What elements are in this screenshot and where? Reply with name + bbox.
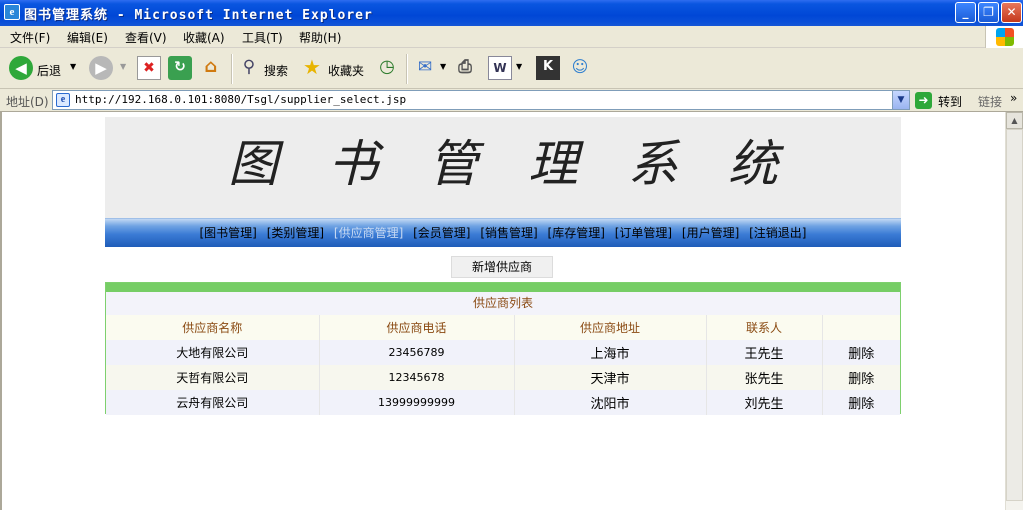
print-icon[interactable]: ⎙ [453, 56, 477, 80]
supplier-list-title: 供应商列表 [106, 292, 900, 315]
nav-book-management[interactable]: [图书管理] [200, 226, 257, 240]
supplier-address: 上海市 [514, 340, 707, 365]
messenger-icon[interactable]: ☺ [568, 56, 592, 80]
windows-logo-icon [985, 26, 1023, 48]
scrollbar-thumb[interactable] [1006, 129, 1023, 501]
site-title: 图书管理系统 [228, 135, 828, 193]
refresh-icon[interactable]: ↻ [168, 56, 192, 80]
menu-bar: 文件(F) 编辑(E) 查看(V) 收藏(A) 工具(T) 帮助(H) [0, 26, 1023, 48]
page-icon: e [56, 93, 70, 107]
menu-edit[interactable]: 编辑(E) [67, 29, 108, 46]
edit-dropdown-icon[interactable]: ▼ [516, 62, 522, 71]
supplier-name: 天哲有限公司 [106, 365, 320, 390]
address-url[interactable]: http://192.168.0.101:8080/Tsgl/supplier_… [75, 93, 406, 106]
address-label: 地址(D) [6, 95, 49, 109]
history-icon[interactable]: ◷ [375, 56, 399, 80]
go-arrow-icon[interactable]: ➜ [915, 92, 932, 109]
mail-dropdown-icon[interactable]: ▼ [440, 62, 446, 71]
supplier-name: 大地有限公司 [106, 340, 320, 365]
toolbar-separator [406, 54, 408, 84]
table-row: 大地有限公司 23456789 上海市 王先生 删除 [106, 340, 900, 365]
supplier-table: 供应商名称 供应商电话 供应商地址 联系人 大地有限公司 23456789 上海… [106, 315, 900, 415]
nav-member-management[interactable]: [会员管理] [413, 226, 470, 240]
toolbar: ◀ 后退 ▼ ▶ ▼ ✖ ↻ ⌂ ⚲ 搜索 ★ 收藏夹 ◷ ✉ ▼ ⎙ W ▼ … [0, 48, 1023, 89]
supplier-contact: 王先生 [706, 340, 823, 365]
supplier-phone: 12345678 [319, 365, 515, 390]
search-button-label[interactable]: 搜索 [264, 62, 288, 79]
back-button-label[interactable]: 后退 [37, 62, 61, 79]
add-supplier-button[interactable]: 新增供应商 [451, 256, 553, 278]
minimize-button[interactable]: _ [955, 2, 976, 23]
supplier-address: 沈阳市 [514, 390, 707, 415]
mail-icon[interactable]: ✉ [413, 56, 437, 80]
menu-file[interactable]: 文件(F) [10, 29, 50, 46]
nav-inventory-management[interactable]: [库存管理] [548, 226, 605, 240]
title-bar[interactable]: e 图书管理系统 - Microsoft Internet Explorer _… [0, 0, 1023, 26]
nav-order-management[interactable]: [订单管理] [615, 226, 672, 240]
restore-button[interactable]: ❐ [978, 2, 999, 23]
stop-icon[interactable]: ✖ [137, 56, 161, 80]
table-row: 天哲有限公司 12345678 天津市 张先生 删除 [106, 365, 900, 390]
supplier-address: 天津市 [514, 365, 707, 390]
site-banner: 图书管理系统 [105, 117, 901, 218]
go-button-label[interactable]: 转到 [938, 93, 962, 110]
menu-favorites[interactable]: 收藏(A) [183, 29, 225, 46]
column-header-contact: 联系人 [706, 315, 823, 340]
chevron-right-icon[interactable]: » [1010, 91, 1017, 105]
menu-help[interactable]: 帮助(H) [299, 29, 341, 46]
home-icon[interactable]: ⌂ [199, 56, 223, 80]
delete-link[interactable]: 删除 [822, 365, 900, 390]
toolbar-separator [231, 54, 233, 84]
column-header-name: 供应商名称 [106, 315, 320, 340]
supplier-name: 云舟有限公司 [106, 390, 320, 415]
supplier-phone: 13999999999 [319, 390, 515, 415]
table-row: 云舟有限公司 13999999999 沈阳市 刘先生 删除 [106, 390, 900, 415]
window-title: 图书管理系统 - Microsoft Internet Explorer [24, 8, 373, 23]
search-icon[interactable]: ⚲ [237, 56, 261, 80]
table-header-row: 供应商名称 供应商电话 供应商地址 联系人 [106, 315, 900, 340]
word-edit-icon[interactable]: W [488, 56, 512, 80]
discuss-icon[interactable]: K [536, 56, 560, 80]
scroll-up-icon[interactable]: ▲ [1006, 112, 1023, 129]
nav-supplier-management[interactable]: [供应商管理] [334, 226, 403, 240]
nav-logout[interactable]: [注销退出] [749, 226, 806, 240]
favorites-star-icon[interactable]: ★ [300, 56, 324, 80]
forward-dropdown-icon[interactable]: ▼ [120, 62, 126, 71]
supplier-contact: 张先生 [706, 365, 823, 390]
column-header-phone: 供应商电话 [319, 315, 515, 340]
address-bar: 地址(D) e http://192.168.0.101:8080/Tsgl/s… [0, 89, 1023, 112]
main-nav: [图书管理] [类别管理] [供应商管理] [会员管理] [销售管理] [库存管… [105, 218, 901, 247]
supplier-list-panel: 供应商列表 供应商名称 供应商电话 供应商地址 联系人 大地有限公司 23456… [105, 282, 901, 415]
back-arrow-icon[interactable]: ◀ [9, 56, 33, 80]
nav-user-management[interactable]: [用户管理] [682, 226, 739, 240]
supplier-contact: 刘先生 [706, 390, 823, 415]
address-dropdown-icon[interactable]: ▼ [892, 91, 909, 109]
menu-view[interactable]: 查看(V) [125, 29, 167, 46]
favorites-button-label[interactable]: 收藏夹 [328, 62, 364, 79]
column-header-address: 供应商地址 [514, 315, 707, 340]
column-header-action [822, 315, 900, 340]
menu-tools[interactable]: 工具(T) [242, 29, 283, 46]
supplier-phone: 23456789 [319, 340, 515, 365]
address-input[interactable]: e http://192.168.0.101:8080/Tsgl/supplie… [52, 90, 910, 110]
ie-app-icon[interactable]: e [4, 4, 20, 20]
close-button[interactable]: ✕ [1001, 2, 1022, 23]
delete-link[interactable]: 删除 [822, 340, 900, 365]
back-dropdown-icon[interactable]: ▼ [70, 62, 76, 71]
forward-arrow-icon[interactable]: ▶ [89, 56, 113, 80]
panel-header-bar [106, 283, 900, 292]
links-button[interactable]: 链接 [978, 93, 1002, 110]
delete-link[interactable]: 删除 [822, 390, 900, 415]
nav-sales-management[interactable]: [销售管理] [480, 226, 537, 240]
nav-category-management[interactable]: [类别管理] [267, 226, 324, 240]
vertical-scrollbar[interactable]: ▲ [1005, 112, 1023, 510]
